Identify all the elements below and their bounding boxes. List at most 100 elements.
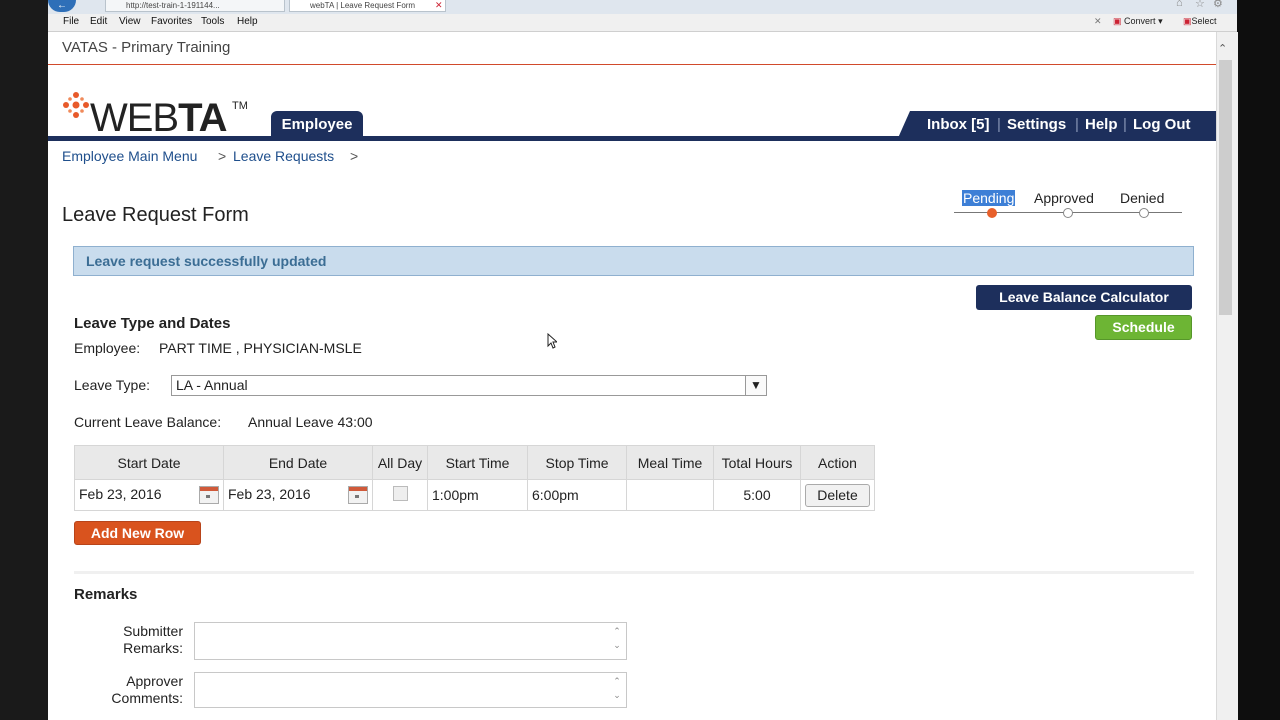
leave-balance-calculator-button[interactable]: Leave Balance Calculator: [976, 285, 1192, 310]
status-dot-active: [987, 208, 997, 218]
webta-logo: WEBTA: [90, 96, 227, 141]
start-date-input[interactable]: Feb 23, 2016: [79, 486, 162, 502]
webta-logo-mark-icon: [62, 91, 90, 119]
start-time-input[interactable]: 1:00pm: [427, 479, 528, 511]
convert-label: Convert: [1124, 16, 1156, 26]
select-label: Select: [1191, 16, 1217, 26]
submitter-remarks-textarea[interactable]: [194, 622, 627, 660]
mouse-cursor-icon: [547, 332, 559, 352]
action-cell: Delete: [800, 479, 875, 511]
all-day-checkbox[interactable]: [392, 486, 408, 501]
tools-gear-icon[interactable]: ⚙: [1213, 0, 1223, 10]
current-balance-label: Current Leave Balance:: [74, 414, 222, 430]
page-title: Leave Request Form: [62, 204, 249, 226]
meal-time-input[interactable]: [626, 479, 714, 511]
logo-text-bold: TA: [178, 96, 227, 140]
utility-nav: Inbox [5] | Settings | Help | Log Out: [898, 111, 1216, 138]
col-end-date: End Date: [223, 445, 373, 480]
end-date-input[interactable]: Feb 23, 2016: [228, 486, 311, 502]
table-header-row: Start Date End Date All Day Start Time S…: [74, 445, 875, 480]
browser-tab-active[interactable]: webTA | Leave Request Form: [289, 0, 446, 12]
leave-type-select[interactable]: LA - Annual: [171, 375, 767, 396]
select-button[interactable]: ▣Select: [1183, 16, 1217, 27]
breadcrumb-separator: >: [350, 148, 359, 164]
schedule-button[interactable]: Schedule: [1095, 315, 1192, 340]
menu-favorites[interactable]: Favorites: [151, 16, 192, 27]
scroll-up-icon[interactable]: ⌃: [1218, 42, 1227, 55]
status-approved: Approved: [1034, 190, 1094, 206]
calendar-icon[interactable]: [199, 486, 219, 504]
calendar-icon[interactable]: [348, 486, 368, 504]
col-stop-time: Stop Time: [527, 445, 627, 480]
settings-link[interactable]: Settings: [1007, 111, 1066, 138]
scrollbar-thumb[interactable]: [1219, 60, 1232, 315]
status-dot: [1139, 208, 1149, 218]
leave-dates-table: Start Date End Date All Day Start Time S…: [74, 445, 875, 511]
menu-file[interactable]: File: [63, 16, 79, 27]
status-dot: [1063, 208, 1073, 218]
stop-time-input[interactable]: 6:00pm: [527, 479, 627, 511]
browser-tab-address[interactable]: http://test-train-1-191144...: [105, 0, 285, 12]
window-frame-right: [1237, 0, 1280, 720]
employee-label: Employee:: [74, 340, 141, 356]
help-link[interactable]: Help: [1085, 111, 1118, 138]
tab-close-icon[interactable]: ✕: [435, 0, 443, 11]
logo-trademark: TM: [232, 100, 248, 112]
textarea-scroll-arrows-icon[interactable]: ⌃ ⌄: [609, 624, 625, 652]
end-date-cell[interactable]: Feb 23, 2016: [223, 479, 373, 511]
total-hours-value: 5:00: [713, 479, 801, 511]
textarea-scroll-arrows-icon[interactable]: ⌃ ⌄: [609, 674, 625, 702]
convert-icon: ▣: [1113, 16, 1122, 26]
breadcrumb-employee-main-menu[interactable]: Employee Main Menu: [62, 148, 197, 164]
favorites-star-icon[interactable]: ☆: [1195, 0, 1205, 10]
section-title-leave-type: Leave Type and Dates: [74, 315, 231, 332]
convert-button[interactable]: ▣ Convert ▾: [1113, 16, 1163, 27]
section-divider: [74, 571, 1194, 574]
tab-label: http://test-train-1-191144...: [126, 1, 220, 10]
submitter-remarks-label: Submitter Remarks:: [123, 623, 183, 656]
employee-value: PART TIME , PHYSICIAN-MSLE: [159, 340, 362, 356]
leave-type-label: Leave Type:: [74, 377, 151, 393]
browser-menu-bar: [48, 14, 1237, 32]
col-meal-time: Meal Time: [626, 445, 714, 480]
current-balance-value: Annual Leave 43:00: [248, 414, 373, 430]
toolbar-close-icon[interactable]: ✕: [1094, 16, 1102, 27]
approver-comments-label: Approver Comments:: [111, 673, 183, 706]
col-all-day: All Day: [372, 445, 428, 480]
home-icon[interactable]: ⌂: [1176, 0, 1183, 9]
menu-tools[interactable]: Tools: [201, 16, 224, 27]
col-start-date: Start Date: [74, 445, 224, 480]
logout-link[interactable]: Log Out: [1133, 111, 1190, 138]
inbox-link[interactable]: Inbox [5]: [927, 111, 990, 138]
menu-edit[interactable]: Edit: [90, 16, 107, 27]
window-frame-left: [0, 0, 48, 720]
site-title: VATAS - Primary Training: [62, 39, 231, 56]
table-row: Feb 23, 2016 Feb 23, 2016 1:00pm 6:00pm …: [74, 479, 875, 511]
breadcrumb-leave-requests[interactable]: Leave Requests: [233, 148, 334, 164]
all-day-cell: [372, 479, 428, 511]
start-date-cell[interactable]: Feb 23, 2016: [74, 479, 224, 511]
back-arrow-icon: ←: [57, 0, 67, 11]
tab-label: webTA | Leave Request Form: [310, 1, 416, 10]
menu-view[interactable]: View: [119, 16, 141, 27]
approver-comments-textarea[interactable]: [194, 672, 627, 708]
tab-employee[interactable]: Employee: [271, 111, 363, 138]
breadcrumb-separator: >: [218, 148, 227, 164]
col-action: Action: [800, 445, 875, 480]
menu-help[interactable]: Help: [237, 16, 258, 27]
remarks-title: Remarks: [74, 586, 138, 603]
select-icon: ▣: [1183, 16, 1192, 26]
col-total-hours: Total Hours: [713, 445, 801, 480]
add-new-row-button[interactable]: Add New Row: [74, 521, 201, 545]
success-alert: Leave request successfully updated: [73, 246, 1194, 276]
logo-text: WEB: [90, 96, 179, 140]
col-start-time: Start Time: [427, 445, 528, 480]
chevron-down-icon: ▾: [1158, 16, 1163, 26]
title-divider: [48, 64, 1216, 65]
nav-separator: |: [997, 116, 1001, 133]
nav-separator: |: [1075, 116, 1079, 133]
status-denied: Denied: [1120, 190, 1165, 206]
nav-separator: |: [1123, 116, 1127, 133]
chevron-down-icon[interactable]: ▼: [745, 376, 766, 395]
delete-row-button[interactable]: Delete: [805, 483, 870, 507]
